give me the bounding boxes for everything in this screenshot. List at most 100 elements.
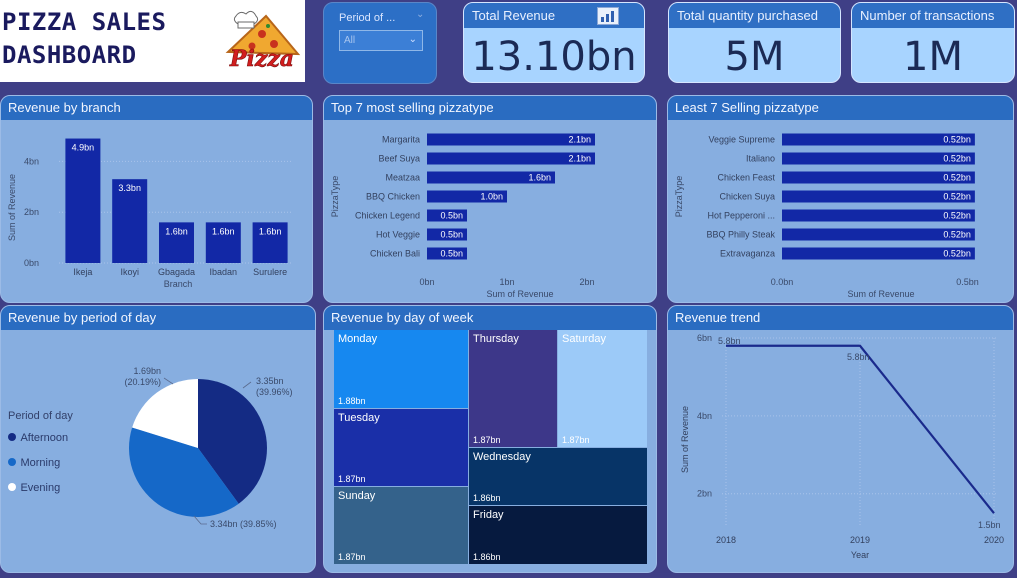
treemap-value-friday: 1.86bn: [473, 552, 501, 562]
x-tick-label: 2bn: [579, 277, 594, 287]
treemap-value-thursday: 1.87bn: [473, 435, 501, 445]
treemap-cell-friday[interactable]: Friday 1.86bn: [469, 506, 647, 564]
treemap-label-sunday: Sunday: [338, 490, 376, 502]
data-label-margarita: 2.1bn: [568, 135, 591, 145]
top-7-pizzatype-title: Top 7 most selling pizzatype: [324, 96, 656, 120]
x-tick-label: 0.0bn: [771, 277, 794, 287]
kpi-total-revenue: Total Revenue 13.10bn: [463, 2, 645, 83]
treemap-label-tuesday: Tuesday: [338, 412, 380, 424]
data-label-bbq-philly-steak: 0.52bn: [943, 230, 971, 240]
chevron-down-icon[interactable]: ⌄: [416, 9, 424, 20]
y-tick-label: Chicken Suya: [719, 192, 775, 202]
data-label-chicken-suya: 0.52bn: [943, 192, 971, 202]
revenue-by-period-panel: Revenue by period of day Period of day A…: [0, 305, 316, 573]
period-filter-label: Period of ...: [339, 12, 396, 24]
data-label-2020: 1.5bn: [978, 520, 1001, 530]
treemap-label-saturday: Saturday: [562, 333, 607, 345]
data-label-ikeja: 4.9bn: [72, 143, 95, 153]
x-tick-label: Ikeja: [73, 267, 92, 277]
data-label-hot-veggie: 0.5bn: [440, 230, 463, 240]
treemap-label-monday: Monday: [338, 333, 378, 345]
data-label-chicken-feast: 0.52bn: [943, 173, 971, 183]
data-label-veggie-supreme: 0.52bn: [943, 135, 971, 145]
y-tick-label: Hot Veggie: [376, 230, 420, 240]
bar-chart-icon: [597, 7, 619, 25]
data-label-beef-suya: 2.1bn: [568, 154, 591, 164]
x-tick-label: 2019: [850, 535, 870, 545]
kpi-quantity-value: 5M: [724, 34, 785, 80]
x-tick-label: 0bn: [419, 277, 434, 287]
revenue-by-period-title: Revenue by period of day: [1, 306, 315, 330]
revenue-trend-chart: 2bn 4bn 6bn 2018 2019 2020 5.8bn 5.8bn 1.5bn Year…: [680, 333, 1004, 560]
kpi-total-quantity: Total quantity purchased 5M: [668, 2, 841, 83]
top-7-pizzatype-chart: Margarita 2.1bn Beef Suya 2.1bn Meatzaa 1.6bn…: [330, 133, 595, 299]
y-tick-label: Margarita: [382, 135, 420, 145]
kpi-quantity-title: Total quantity purchased: [669, 3, 840, 28]
bar-ikeja: [65, 138, 101, 263]
y-axis-title: PizzaType: [674, 176, 684, 218]
data-label-surulere: 1.6bn: [259, 226, 282, 236]
treemap-cell-wednesday[interactable]: Wednesday 1.86bn: [469, 448, 647, 505]
revenue-trend-panel: Revenue trend 2bn 4bn 6bn 2018 2019 2020 5.8bn…: [667, 305, 1014, 573]
period-filter-card: Period of ... ⌄ All ⌄: [323, 2, 437, 84]
revenue-by-day-panel: Revenue by day of week Monday 1.88bn Tue…: [323, 305, 657, 573]
y-tick-label: Beef Suya: [378, 154, 420, 164]
period-filter-dropdown[interactable]: All ⌄: [339, 30, 423, 51]
x-tick-label: 2018: [716, 535, 736, 545]
data-label-bbq-chicken: 1.0bn: [480, 192, 503, 202]
period-filter-value: All: [344, 35, 356, 46]
treemap-cell-saturday[interactable]: Saturday 1.87bn: [558, 330, 647, 447]
data-label-2019: 5.8bn: [847, 352, 870, 362]
pie-label-afternoon: 3.35bn (39.96%): [256, 376, 293, 397]
least-7-pizzatype-title: Least 7 Selling pizzatype: [668, 96, 1013, 120]
treemap-label-thursday: Thursday: [473, 333, 519, 345]
y-tick-label: Chicken Feast: [717, 173, 775, 183]
y-tick-label: BBQ Philly Steak: [706, 230, 775, 240]
revenue-by-period-pie: 3.35bn (39.96%) 3.34bn (39.85%) 1.69bn (20.1…: [124, 366, 293, 529]
y-tick-label: 4bn: [697, 411, 712, 421]
least-7-pizzatype-panel: Least 7 Selling pizzatype Veggie Supreme…: [667, 95, 1014, 303]
y-tick-label: Italiano: [746, 154, 775, 164]
x-axis-title: Sum of Revenue: [847, 289, 914, 299]
pie-label-morning: 3.34bn (39.85%): [210, 519, 277, 529]
data-label-extravaganza: 0.52bn: [943, 249, 971, 259]
y-tick-label: 4bn: [24, 156, 39, 166]
revenue-trend-title: Revenue trend: [668, 306, 1013, 330]
treemap-label-wednesday: Wednesday: [473, 451, 531, 463]
y-axis-title: Sum of Revenue: [680, 406, 690, 473]
data-label-hot-pepperoni: 0.52bn: [943, 211, 971, 221]
x-axis-title: Branch: [164, 279, 193, 289]
pie-leader-morning: [193, 515, 207, 525]
x-tick-label: 2020: [984, 535, 1004, 545]
treemap-cell-sunday[interactable]: Sunday 1.87bn: [334, 487, 468, 564]
data-label-chicken-legend: 0.5bn: [440, 211, 463, 221]
kpi-revenue-value: 13.10bn: [471, 34, 637, 80]
x-tick-label: Ibadan: [210, 267, 238, 277]
treemap-value-saturday: 1.87bn: [562, 435, 590, 445]
kpi-transactions: Number of transactions 1M: [851, 2, 1015, 83]
x-tick-label: 0.5bn: [956, 277, 979, 287]
y-axis-title: PizzaType: [330, 176, 340, 218]
pie-leader-evening: [163, 377, 174, 385]
revenue-by-branch-chart: 0bn 2bn 4bn 4.9bn Ikeja 3.3bn Ikoyi 1.6bn Gbagad…: [7, 138, 293, 289]
x-tick-label: Surulere: [253, 267, 287, 277]
data-label-meatzaa: 1.6bn: [528, 173, 551, 183]
revenue-by-branch-panel: Revenue by branch 0bn 2bn 4bn 4.9bn Ikeja 3.3…: [0, 95, 313, 303]
y-tick-label: Hot Pepperoni ...: [707, 211, 775, 221]
treemap-cell-tuesday[interactable]: Tuesday 1.87bn: [334, 409, 468, 486]
y-tick-label: 0bn: [24, 258, 39, 268]
y-tick-label: 6bn: [697, 333, 712, 343]
pie-leader-afternoon: [242, 381, 252, 389]
y-tick-label: Veggie Supreme: [708, 135, 775, 145]
treemap-value-tuesday: 1.87bn: [338, 474, 366, 484]
kpi-transactions-title: Number of transactions: [852, 3, 1014, 28]
treemap-cell-monday[interactable]: Monday 1.88bn: [334, 330, 468, 408]
y-tick-label: Meatzaa: [385, 173, 420, 183]
kpi-transactions-value: 1M: [903, 34, 963, 80]
x-axis-title: Year: [851, 550, 869, 560]
data-label-italiano: 0.52bn: [943, 154, 971, 164]
y-tick-label: BBQ Chicken: [366, 192, 420, 202]
treemap-value-monday: 1.88bn: [338, 396, 366, 406]
treemap-cell-thursday[interactable]: Thursday 1.87bn: [469, 330, 557, 447]
data-label-ibadan: 1.6bn: [212, 226, 235, 236]
